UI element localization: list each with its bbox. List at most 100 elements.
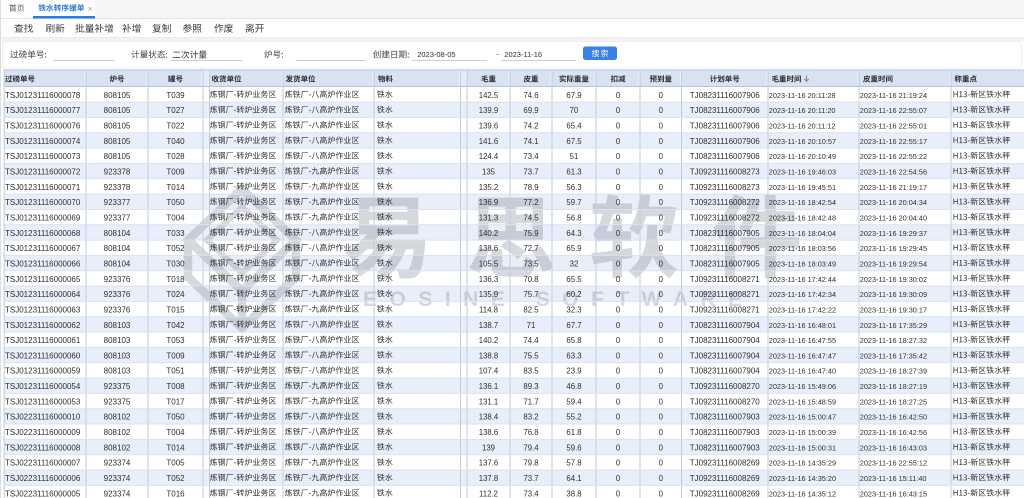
svg-text:TJ08231116007904: TJ08231116007904 [690, 336, 761, 345]
svg-text:0: 0 [616, 183, 621, 192]
svg-text:0: 0 [616, 167, 621, 176]
svg-text:808102: 808102 [104, 413, 131, 422]
svg-text:2023-08-05: 2023-08-05 [417, 50, 455, 59]
svg-text:TSJ01231116000068: TSJ01231116000068 [5, 229, 81, 238]
svg-text:0: 0 [659, 428, 664, 437]
svg-text:TJ09231116008270: TJ09231116008270 [690, 382, 761, 391]
svg-text:70: 70 [570, 106, 579, 115]
svg-text:TSJ01231116000069: TSJ01231116000069 [5, 213, 81, 222]
svg-text:60.2: 60.2 [566, 290, 581, 299]
svg-text:TSJ02231116000005: TSJ02231116000005 [5, 489, 81, 498]
svg-text:74.1: 74.1 [523, 137, 538, 146]
svg-text:65.9: 65.9 [566, 244, 581, 253]
svg-text:0: 0 [616, 413, 621, 422]
svg-text:0: 0 [616, 137, 621, 146]
svg-text:0: 0 [616, 474, 621, 483]
svg-text:TSJ01231116000064: TSJ01231116000064 [5, 290, 81, 299]
svg-text:114.8: 114.8 [479, 305, 498, 314]
svg-text:67.5: 67.5 [566, 137, 582, 146]
svg-text:TJ08231116007904: TJ08231116007904 [690, 351, 761, 360]
svg-text:TSJ01231116000061: TSJ01231116000061 [5, 336, 81, 345]
svg-text:2023-11-16 19:29:37: 2023-11-16 19:29:37 [860, 229, 927, 238]
svg-text:923374: 923374 [104, 489, 131, 498]
svg-text:2023-11-16 17:35:29: 2023-11-16 17:35:29 [860, 321, 927, 330]
svg-text:T051: T051 [166, 367, 185, 376]
svg-text:0: 0 [616, 290, 621, 299]
svg-text:135.9: 135.9 [479, 290, 499, 299]
svg-text:51: 51 [570, 152, 579, 161]
svg-text:2023-11-16 22:55:12: 2023-11-16 22:55:12 [860, 459, 927, 468]
svg-text:138.8: 138.8 [479, 351, 499, 360]
svg-text:808105: 808105 [104, 106, 131, 115]
svg-text:TSJ01231116000053: TSJ01231116000053 [5, 397, 81, 406]
svg-text:0: 0 [659, 198, 664, 207]
svg-text:TJ09231116008273: TJ09231116008273 [690, 183, 761, 192]
svg-text:141.6: 141.6 [479, 137, 499, 146]
svg-text:0: 0 [659, 167, 664, 176]
svg-text:2023-11-16 15:00:47: 2023-11-16 15:00:47 [769, 413, 836, 422]
svg-text:TJ08231116007906: TJ08231116007906 [690, 137, 761, 146]
svg-text:2023-11-16 16:42:50: 2023-11-16 16:42:50 [860, 413, 927, 422]
svg-text:74.2: 74.2 [523, 121, 538, 130]
svg-text:TSJ02231116000010: TSJ02231116000010 [5, 413, 81, 422]
svg-text:70.8: 70.8 [523, 275, 538, 284]
svg-text:923377: 923377 [104, 213, 131, 222]
svg-text:0: 0 [659, 474, 664, 483]
svg-text:55.2: 55.2 [566, 413, 581, 422]
svg-text:TJ09231116008269: TJ09231116008269 [690, 474, 761, 483]
svg-text:808103: 808103 [104, 367, 131, 376]
svg-text:2023-11-16 22:54:56: 2023-11-16 22:54:56 [860, 167, 927, 176]
svg-text:808103: 808103 [104, 336, 131, 345]
svg-text:TJ09231116008273: TJ09231116008273 [690, 167, 761, 176]
svg-text:75.9: 75.9 [523, 229, 538, 238]
svg-text:2023-11-16 22:55:07: 2023-11-16 22:55:07 [860, 106, 927, 115]
svg-text:0: 0 [616, 305, 621, 314]
svg-text:139.9: 139.9 [479, 106, 499, 115]
svg-text:59.4: 59.4 [566, 397, 582, 406]
svg-text:TSJ01231116000065: TSJ01231116000065 [5, 275, 81, 284]
svg-text:57.8: 57.8 [566, 459, 581, 468]
svg-text:63.3: 63.3 [566, 351, 581, 360]
svg-text:TSJ02231116000009: TSJ02231116000009 [5, 428, 81, 437]
svg-text:923378: 923378 [104, 183, 131, 192]
svg-text:923375: 923375 [104, 397, 131, 406]
svg-text:TSJ02231116000006: TSJ02231116000006 [5, 474, 81, 483]
svg-text:2023-11-16 22:55:17: 2023-11-16 22:55:17 [860, 137, 927, 146]
svg-text:2023-11-16 16:42:56: 2023-11-16 16:42:56 [860, 428, 927, 437]
svg-text:TSJ01231116000071: TSJ01231116000071 [5, 183, 81, 192]
svg-text:0: 0 [659, 459, 664, 468]
svg-text:0: 0 [659, 106, 664, 115]
svg-text:2023-11-16 16:47:55: 2023-11-16 16:47:55 [769, 336, 836, 345]
svg-text:TJ09231116008269: TJ09231116008269 [690, 459, 761, 468]
svg-text:2023-11-16 20:10:49: 2023-11-16 20:10:49 [769, 152, 836, 161]
svg-text:808103: 808103 [104, 351, 131, 360]
svg-text:0: 0 [616, 443, 621, 452]
svg-text:0: 0 [659, 121, 664, 130]
svg-text:0: 0 [616, 229, 621, 238]
svg-text:2023-11-16 19:46:03: 2023-11-16 19:46:03 [769, 167, 836, 176]
svg-text:124.4: 124.4 [479, 152, 499, 161]
svg-text:2023-11-16 20:11:12: 2023-11-16 20:11:12 [769, 121, 836, 130]
svg-text:808105: 808105 [104, 152, 131, 161]
svg-text:2023-11-16 19:30:02: 2023-11-16 19:30:02 [860, 275, 927, 284]
svg-text:2023-11-16 15:00:39: 2023-11-16 15:00:39 [769, 428, 836, 437]
svg-text:T039: T039 [166, 91, 185, 100]
svg-text:2023-11-16 19:29:54: 2023-11-16 19:29:54 [860, 259, 927, 268]
svg-text:56.8: 56.8 [566, 213, 581, 222]
svg-text:TJ08231116007905: TJ08231116007905 [690, 229, 761, 238]
svg-text:0: 0 [659, 183, 664, 192]
svg-text:32: 32 [570, 259, 579, 268]
svg-text:2023-11-16 19:30:17: 2023-11-16 19:30:17 [860, 305, 927, 314]
svg-text:0: 0 [659, 259, 664, 268]
svg-text:TJ08231116007904: TJ08231116007904 [690, 321, 761, 330]
svg-text:2023-11-16 16:47:40: 2023-11-16 16:47:40 [769, 367, 836, 376]
svg-text:0: 0 [659, 397, 664, 406]
svg-text:T018: T018 [166, 275, 185, 284]
svg-text:131.3: 131.3 [479, 213, 499, 222]
svg-text:T008: T008 [166, 382, 185, 391]
svg-text:2023-11-16 20:04:40: 2023-11-16 20:04:40 [860, 213, 927, 222]
svg-text:23.9: 23.9 [566, 367, 581, 376]
svg-text:2023-11-16 20:04:34: 2023-11-16 20:04:34 [860, 198, 927, 207]
svg-text:T042: T042 [166, 321, 185, 330]
svg-text:2023-11-16 20:11:20: 2023-11-16 20:11:20 [769, 106, 836, 115]
